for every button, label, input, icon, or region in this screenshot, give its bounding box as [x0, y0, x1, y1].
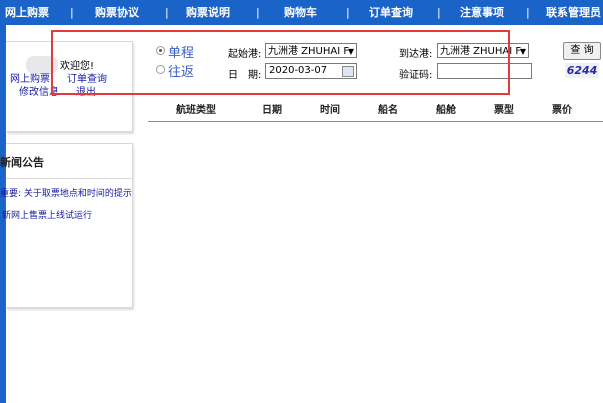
nav-ticket-instructions[interactable]: 购票说明 — [186, 0, 230, 25]
highlight-box — [51, 30, 510, 95]
nav-notes[interactable]: 注意事项 — [460, 0, 504, 25]
chevron-down-icon: ▼ — [519, 47, 526, 56]
nav-separator: | — [526, 6, 530, 19]
nav-cart[interactable]: 购物车 — [284, 0, 317, 25]
col-header-price: 票价 — [552, 105, 572, 116]
col-header-ship-name: 船名 — [378, 105, 398, 116]
news-title: 新闻公告 — [0, 156, 44, 169]
col-header-flight-type: 航班类型 — [176, 105, 216, 116]
nav-ticket-agreement[interactable]: 购票协议 — [95, 0, 139, 25]
table-header-divider — [148, 121, 603, 122]
top-nav: 网上购票 | 购票协议 | 购票说明 | 购物车 | 订单查询 | 注意事项 |… — [0, 0, 603, 25]
nav-separator: | — [70, 6, 74, 19]
nav-separator: | — [346, 6, 350, 19]
news-item[interactable]: 重要: 关于取票地点和时间的提示 — [0, 186, 132, 199]
news-panel: 新闻公告 重要: 关于取票地点和时间的提示 新网上售票上线试运行 — [0, 143, 133, 308]
nav-contact-admin[interactable]: 联系管理员 — [546, 0, 601, 25]
col-header-date: 日期 — [262, 105, 282, 116]
col-header-cabin: 船舱 — [436, 105, 456, 116]
nav-order-query[interactable]: 订单查询 — [369, 0, 413, 25]
nav-separator: | — [437, 6, 441, 19]
nav-buy-tickets[interactable]: 网上购票 — [5, 0, 49, 25]
captcha-image[interactable]: 6244 — [565, 63, 599, 78]
nav-separator: | — [165, 6, 169, 19]
nav-separator: | — [256, 6, 260, 19]
news-header: 新闻公告 — [0, 144, 132, 179]
query-button[interactable]: 查 询 — [563, 42, 601, 60]
col-header-ticket-type: 票型 — [494, 105, 514, 116]
col-header-time: 时间 — [320, 105, 340, 116]
news-item[interactable]: 新网上售票上线试运行 — [2, 208, 92, 221]
